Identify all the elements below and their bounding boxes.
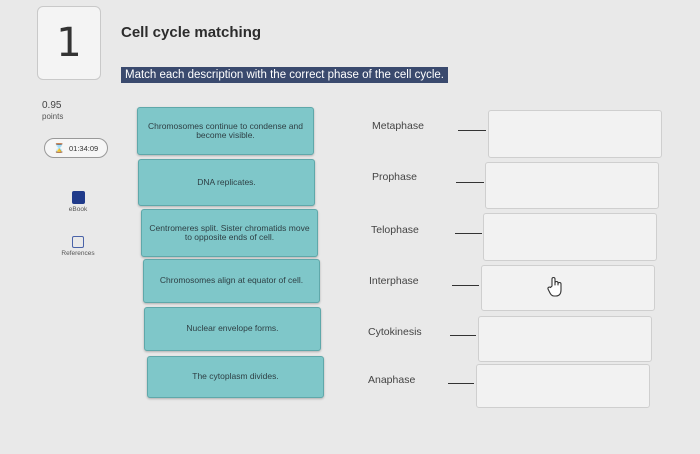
- match-line: [456, 182, 484, 183]
- drop-target-prophase[interactable]: [485, 162, 659, 209]
- drop-target-anaphase[interactable]: [476, 364, 650, 408]
- phase-label-telophase: Telophase: [371, 224, 419, 236]
- references-icon: [72, 236, 84, 248]
- ebook-label: eBook: [68, 206, 88, 213]
- phase-label-prophase: Prophase: [372, 171, 417, 183]
- description-card-2[interactable]: DNA replicates.: [138, 159, 315, 206]
- timer-value: 01:34:09: [69, 143, 99, 153]
- phase-label-cytokinesis: Cytokinesis: [368, 326, 422, 338]
- match-line: [448, 383, 474, 384]
- score-unit: points: [42, 112, 64, 121]
- hourglass-icon: ⌛: [53, 142, 65, 153]
- question-title: Cell cycle matching: [121, 24, 262, 41]
- references-button[interactable]: References: [58, 236, 98, 257]
- description-card-6[interactable]: The cytoplasm divides.: [147, 356, 324, 398]
- drop-target-cytokinesis[interactable]: [478, 316, 652, 362]
- drop-target-telophase[interactable]: [483, 213, 657, 261]
- match-line: [458, 130, 486, 131]
- description-card-3[interactable]: Centromeres split. Sister chromatids mov…: [141, 209, 318, 257]
- description-text: Nuclear envelope forms.: [186, 323, 279, 334]
- hand-cursor-icon: [547, 277, 562, 297]
- description-text: The cytoplasm divides.: [192, 371, 279, 382]
- description-text: Chromosomes continue to condense and bec…: [148, 120, 303, 140]
- description-card-1[interactable]: Chromosomes continue to condense and bec…: [137, 107, 314, 155]
- references-label: References: [61, 250, 95, 257]
- score-display: 0.95 points: [42, 100, 63, 122]
- question-number: 1: [37, 6, 101, 80]
- question-instruction: Match each description with the correct …: [121, 67, 448, 83]
- book-icon: [71, 191, 85, 204]
- phase-label-metaphase: Metaphase: [372, 120, 424, 132]
- match-line: [455, 233, 482, 234]
- description-card-5[interactable]: Nuclear envelope forms.: [144, 307, 321, 351]
- drop-target-metaphase[interactable]: [488, 110, 662, 158]
- match-line: [450, 335, 476, 336]
- score-value: 0.95: [42, 100, 62, 111]
- description-text: Chromosomes align at equator of cell.: [159, 275, 304, 286]
- phase-label-anaphase: Anaphase: [368, 374, 416, 386]
- description-text: DNA replicates.: [197, 176, 256, 187]
- match-line: [452, 285, 479, 286]
- drop-target-interphase[interactable]: [481, 265, 655, 311]
- description-card-4[interactable]: Chromosomes align at equator of cell.: [143, 259, 320, 303]
- timer[interactable]: ⌛ 01:34:09: [44, 138, 108, 158]
- phase-label-interphase: Interphase: [369, 275, 419, 287]
- ebook-button[interactable]: eBook: [58, 191, 98, 213]
- description-text: Centromeres split. Sister chromatids mov…: [149, 222, 310, 242]
